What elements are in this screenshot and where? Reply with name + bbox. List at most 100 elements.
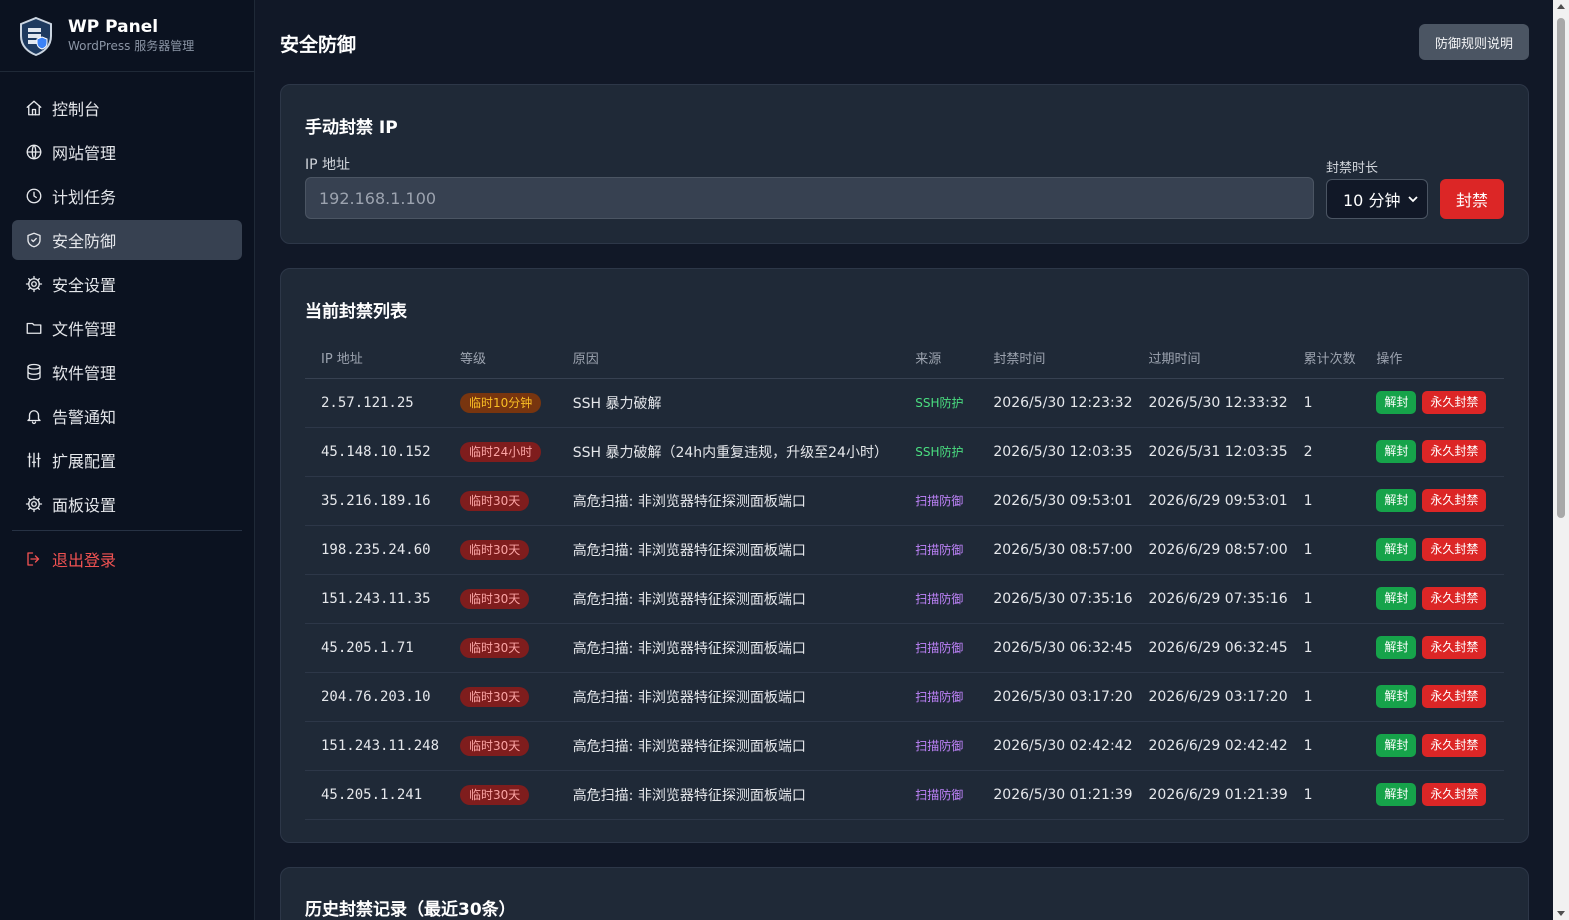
history-title: 历史封禁记录（最近30条） (305, 900, 516, 920)
scroll-up-arrow-icon[interactable] (1557, 4, 1565, 9)
rules-button[interactable]: 防御规则说明 (1418, 24, 1529, 60)
sidebar-item-label: 控制台 (52, 100, 101, 119)
reason-cell: 高危扫描: 非浏览器特征探测面板端口 (556, 770, 900, 820)
source-tag: 扫描防御 (915, 788, 964, 802)
expires-at-cell: 2026/6/29 07:35:16 (1132, 574, 1288, 624)
unban-button[interactable]: 解封 (1376, 538, 1417, 561)
col-header-expires-at: 过期时间 (1132, 337, 1288, 379)
ban-button[interactable]: 封禁 (1440, 179, 1504, 219)
ip-input[interactable] (305, 177, 1314, 219)
actions-cell: 解封 永久封禁 (1360, 574, 1504, 624)
expires-at-cell: 2026/6/29 06:32:45 (1132, 623, 1288, 673)
brand-title: WP Panel (68, 17, 159, 37)
permanent-ban-button[interactable]: 永久封禁 (1422, 489, 1487, 512)
permanent-ban-button[interactable]: 永久封禁 (1422, 391, 1487, 414)
unban-button[interactable]: 解封 (1376, 783, 1417, 806)
brand: WP Panel WordPress 服务器管理 (0, 0, 254, 72)
gear-icon (24, 274, 44, 294)
unban-button[interactable]: 解封 (1376, 587, 1417, 610)
reason-cell: 高危扫描: 非浏览器特征探测面板端口 (556, 672, 900, 722)
duration-label: 封禁时长 (1326, 161, 1379, 176)
source-tag: 扫描防御 (915, 641, 964, 655)
table-row: 198.235.24.60 临时30天 高危扫描: 非浏览器特征探测面板端口 扫描防御… (305, 525, 1504, 575)
level-cell: 临时30天 (443, 672, 557, 722)
unban-button[interactable]: 解封 (1376, 391, 1417, 414)
ip-cell: 2.57.121.25 (305, 378, 444, 428)
logout-button[interactable]: 退出登录 (12, 539, 242, 579)
page-scrollbar[interactable] (1553, 0, 1569, 920)
page-title: 安全防御 (280, 34, 357, 56)
reason-cell: 高危扫描: 非浏览器特征探测面板端口 (556, 476, 900, 526)
logout-icon (24, 549, 44, 569)
unban-button[interactable]: 解封 (1376, 489, 1417, 512)
home-icon (24, 98, 44, 118)
actions-cell: 解封 永久封禁 (1360, 721, 1504, 771)
level-badge: 临时30天 (459, 637, 530, 658)
permanent-ban-button[interactable]: 永久封禁 (1422, 636, 1487, 659)
ip-cell: 45.205.1.71 (305, 623, 444, 673)
sidebar-item-label: 软件管理 (52, 364, 117, 383)
reason-cell: 高危扫描: 非浏览器特征探测面板端口 (556, 721, 900, 771)
sidebar-item-cron[interactable]: 计划任务 (12, 176, 242, 216)
sidebar-item-software[interactable]: 软件管理 (12, 352, 242, 392)
permanent-ban-button[interactable]: 永久封禁 (1422, 538, 1487, 561)
database-icon (24, 362, 44, 382)
level-cell: 临时10分钟 (443, 378, 557, 428)
scroll-down-arrow-icon[interactable] (1557, 911, 1565, 916)
table-row: 45.205.1.241 临时30天 高危扫描: 非浏览器特征探测面板端口 扫描防御 2… (305, 770, 1504, 820)
scrollbar-thumb[interactable] (1557, 18, 1565, 518)
banned-at-cell: 2026/5/30 09:53:01 (977, 476, 1133, 526)
shield-logo-icon (20, 16, 52, 56)
sliders-icon (24, 450, 44, 470)
sidebar-item-label: 告警通知 (52, 408, 117, 427)
sidebar-item-dashboard[interactable]: 控制台 (12, 88, 242, 128)
permanent-ban-button[interactable]: 永久封禁 (1422, 440, 1487, 463)
count-cell: 1 (1287, 770, 1361, 820)
sidebar-item-security-defense[interactable]: 安全防御 (12, 220, 242, 260)
sidebar-item-sites[interactable]: 网站管理 (12, 132, 242, 172)
count-cell: 1 (1287, 378, 1361, 428)
ip-cell: 35.216.189.16 (305, 476, 444, 526)
table-row: 151.243.11.248 临时30天 高危扫描: 非浏览器特征探测面板端口 扫描防… (305, 721, 1504, 771)
permanent-ban-button[interactable]: 永久封禁 (1422, 685, 1487, 708)
level-cell: 临时24小时 (443, 427, 557, 477)
unban-button[interactable]: 解封 (1376, 685, 1417, 708)
source-cell: 扫描防御 (899, 525, 978, 575)
expires-at-cell: 2026/6/29 08:57:00 (1132, 525, 1288, 575)
sidebar: WP Panel WordPress 服务器管理 控制台 网站管理 计划任务 安… (0, 0, 255, 920)
col-header-ip: IP 地址 (305, 337, 444, 379)
sidebar-item-panel-settings[interactable]: 面板设置 (12, 484, 242, 524)
expires-at-cell: 2026/6/29 01:21:39 (1132, 770, 1288, 820)
source-tag: 扫描防御 (915, 592, 964, 606)
sidebar-item-security-settings[interactable]: 安全设置 (12, 264, 242, 304)
unban-button[interactable]: 解封 (1376, 440, 1417, 463)
duration-select[interactable]: 10 分钟 (1326, 179, 1428, 219)
ip-cell: 198.235.24.60 (305, 525, 444, 575)
bell-icon (24, 406, 44, 426)
col-header-level: 等级 (443, 337, 557, 379)
sidebar-item-label: 面板设置 (52, 496, 117, 515)
sidebar-item-label: 网站管理 (52, 144, 117, 163)
permanent-ban-button[interactable]: 永久封禁 (1422, 734, 1487, 757)
banned-at-cell: 2026/5/30 02:42:42 (977, 721, 1133, 771)
level-badge: 临时30天 (459, 490, 530, 511)
duration-selected-value: 10 分钟 (1343, 191, 1401, 210)
source-cell: 扫描防御 (899, 623, 978, 673)
banned-at-cell: 2026/5/30 06:32:45 (977, 623, 1133, 673)
sidebar-item-files[interactable]: 文件管理 (12, 308, 242, 348)
reason-cell: 高危扫描: 非浏览器特征探测面板端口 (556, 574, 900, 624)
unban-button[interactable]: 解封 (1376, 734, 1417, 757)
level-badge: 临时30天 (459, 539, 530, 560)
reason-cell: 高危扫描: 非浏览器特征探测面板端口 (556, 623, 900, 673)
sidebar-item-label: 安全防御 (52, 232, 117, 251)
expires-at-cell: 2026/5/31 12:03:35 (1132, 427, 1288, 477)
main-content: 安全防御 防御规则说明 手动封禁 IP IP 地址 封禁时长 10 分钟 封禁 … (256, 0, 1553, 920)
permanent-ban-button[interactable]: 永久封禁 (1422, 587, 1487, 610)
sidebar-item-extensions[interactable]: 扩展配置 (12, 440, 242, 480)
permanent-ban-button[interactable]: 永久封禁 (1422, 783, 1487, 806)
sidebar-item-label: 文件管理 (52, 320, 117, 339)
sidebar-item-alerts[interactable]: 告警通知 (12, 396, 242, 436)
unban-button[interactable]: 解封 (1376, 636, 1417, 659)
source-tag: SSH防护 (915, 445, 964, 459)
ip-cell: 45.148.10.152 (305, 427, 444, 477)
